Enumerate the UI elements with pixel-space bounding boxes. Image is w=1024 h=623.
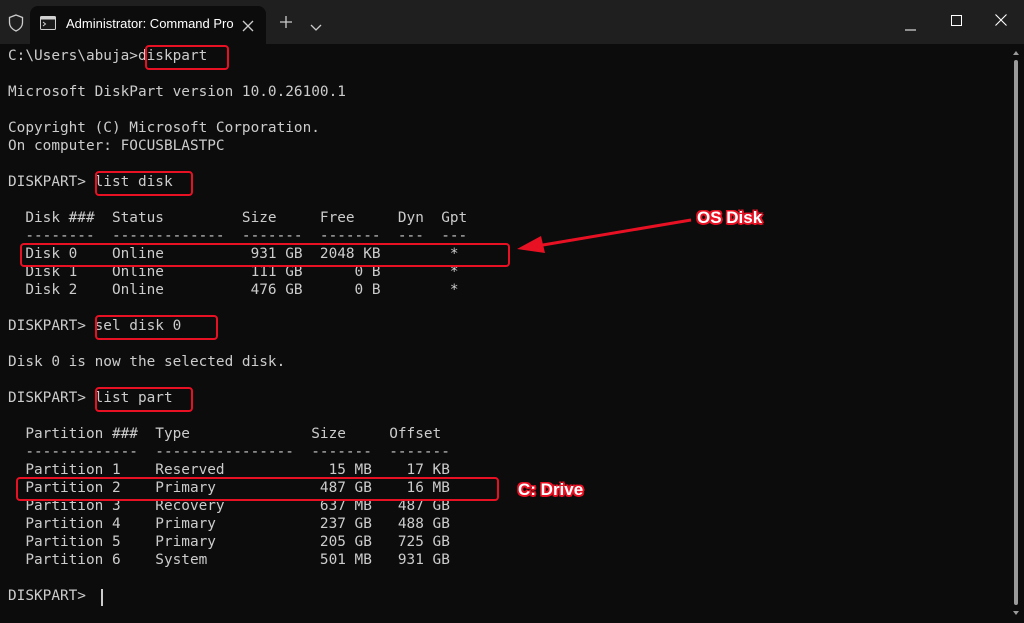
output-line: Disk 0 is now the selected disk. — [8, 354, 286, 370]
plus-icon[interactable] — [279, 15, 293, 34]
output-line: Microsoft DiskPart version 10.0.26100.1 — [8, 84, 346, 100]
table-header: Partition ### Type Size Offset — [8, 426, 442, 442]
prompt-line: DISKPART> — [8, 588, 95, 604]
highlight-box-diskpart — [145, 45, 229, 70]
highlight-box-partition-2 — [16, 477, 499, 501]
maximize-button[interactable] — [933, 0, 979, 38]
minimize-button[interactable] — [887, 0, 933, 38]
highlight-box-list-part — [95, 387, 193, 412]
table-row: Disk 2 Online 476 GB 0 B * — [8, 282, 459, 298]
os-disk-label: OS Disk — [697, 208, 763, 227]
terminal-icon — [40, 16, 56, 35]
chevron-down-icon[interactable] — [310, 19, 322, 37]
highlight-box-sel-disk — [95, 315, 218, 340]
minimize-icon — [905, 18, 916, 36]
output-line: Copyright (C) Microsoft Corporation. — [8, 120, 320, 136]
table-row: Partition 4 Primary 237 GB 488 GB — [8, 516, 450, 532]
highlight-box-list-disk — [95, 171, 193, 196]
tab-title: Administrator: Command Pro — [66, 16, 234, 31]
close-icon — [995, 13, 1007, 31]
c-drive-label: C: Drive — [518, 480, 584, 499]
table-row: Partition 6 System 501 MB 931 GB — [8, 552, 450, 568]
output-line: On computer: FOCUSBLASTPC — [8, 138, 225, 154]
table-row: Partition 5 Primary 205 GB 725 GB — [8, 534, 450, 550]
table-separator: ------------- ---------------- ------- -… — [8, 444, 450, 460]
tab-command-prompt[interactable]: Administrator: Command Pro — [30, 6, 266, 44]
table-header: Disk ### Status Size Free Dyn Gpt — [8, 210, 468, 226]
prompt: DISKPART> — [8, 318, 95, 334]
close-icon[interactable] — [242, 19, 254, 37]
maximize-icon — [951, 13, 962, 31]
arrow-icon — [517, 218, 692, 253]
prompt: C:\Users\abuja> — [8, 48, 138, 64]
prompt: DISKPART> — [8, 174, 95, 190]
text-cursor — [101, 589, 103, 606]
prompt: DISKPART> — [8, 390, 95, 406]
highlight-box-disk-0 — [20, 243, 510, 267]
shield-icon — [8, 14, 24, 37]
title-bar: Administrator: Command Pro — [0, 0, 1024, 44]
close-window-button[interactable] — [978, 0, 1024, 38]
scrollbar[interactable] — [1012, 48, 1020, 618]
